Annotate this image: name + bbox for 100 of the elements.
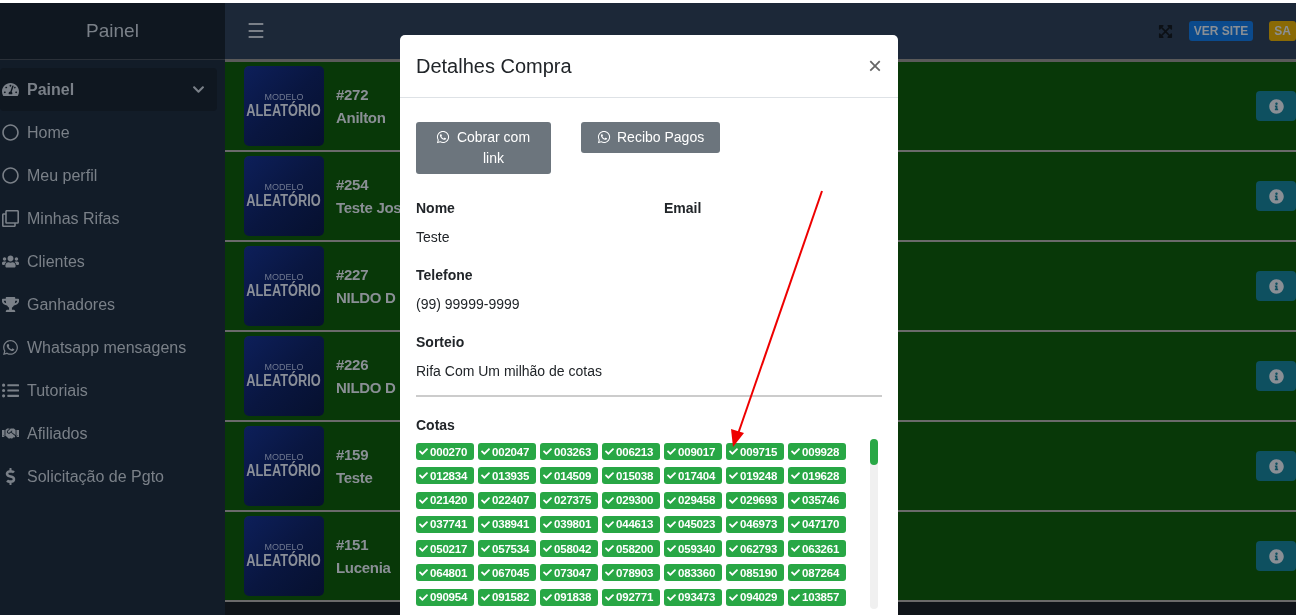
sidebar-item-label: Ganhadores	[27, 295, 117, 314]
ticket-number: 002047	[492, 445, 530, 458]
thumbnail-caption: MODELO	[264, 452, 304, 462]
info-icon	[1268, 188, 1284, 204]
ticket-number: 019628	[802, 469, 840, 482]
ticket-number: 103857	[802, 591, 840, 604]
sidebar-item[interactable]: Whatsapp mensagens	[0, 326, 217, 369]
info-icon	[1268, 368, 1284, 384]
ticket-number: 062793	[740, 542, 778, 555]
field-value: Teste	[416, 229, 451, 245]
info-button[interactable]	[1256, 361, 1296, 391]
check-icon	[605, 495, 614, 505]
check-icon	[543, 592, 552, 602]
check-icon	[667, 592, 676, 602]
info-icon	[1268, 458, 1284, 474]
info-button[interactable]	[1256, 181, 1296, 211]
trophy-icon	[2, 296, 19, 313]
ticket-number: 058042	[554, 542, 592, 555]
check-icon	[419, 544, 428, 554]
ticket-number: 087264	[802, 566, 840, 579]
ticket-number: 027375	[554, 494, 592, 507]
check-icon	[543, 568, 552, 578]
raffle-number: #151	[336, 536, 369, 553]
check-icon	[481, 544, 490, 554]
sidebar-item-label: Meu perfil	[27, 166, 99, 185]
thumbnail-caption: MODELO	[264, 182, 304, 192]
ticket-number: 014509	[554, 469, 592, 482]
check-icon	[605, 568, 614, 578]
ticket-number: 092771	[616, 591, 654, 604]
thumbnail-title: ALEATÓRIO	[246, 102, 322, 120]
sidebar-item-label: Whatsapp mensagens	[27, 338, 188, 357]
ticket-number: 064801	[430, 566, 468, 579]
ticket-number: 078903	[616, 566, 654, 579]
raffle-number: #226	[336, 356, 369, 373]
ticket-number: 012834	[430, 469, 468, 482]
info-button[interactable]	[1256, 541, 1296, 571]
check-icon	[543, 447, 552, 456]
check-icon	[481, 471, 490, 481]
info-button[interactable]	[1256, 91, 1296, 121]
whatsapp-button[interactable]: Cobrar com link	[416, 122, 551, 174]
handshake-icon	[2, 425, 19, 442]
sidebar-item[interactable]: Tutoriais	[0, 369, 217, 412]
whatsapp-button[interactable]: Recibo Pagos	[581, 122, 721, 153]
check-icon	[791, 471, 800, 481]
users-icon	[2, 253, 19, 270]
sidebar-item[interactable]: Afiliados	[0, 412, 217, 455]
sidebar-item-label: Solicitação de Pgto	[27, 467, 165, 486]
sidebar-item[interactable]: Minhas Rifas	[0, 197, 217, 240]
ticket-number: 091582	[492, 591, 530, 604]
ticket-number: 083360	[678, 566, 716, 579]
sidebar-item-label: Tutoriais	[27, 381, 89, 400]
check-icon	[667, 447, 676, 456]
sidebar-brand: Painel	[0, 3, 225, 60]
field-value: Rifa Com Um milhão de cotas	[416, 363, 603, 379]
ticket-number: 003263	[554, 445, 592, 458]
sidebar-item[interactable]: Clientes	[0, 240, 217, 283]
sidebar-item[interactable]: Ganhadores	[0, 283, 217, 326]
ticket-number: 013935	[492, 469, 530, 482]
menu-icon[interactable]: ☰	[247, 19, 265, 43]
thumbnail-caption: MODELO	[264, 542, 304, 552]
header-badge[interactable]: VER SITE	[1188, 21, 1254, 41]
ticket-number: 067045	[492, 566, 530, 579]
ticket-number: 021420	[430, 494, 468, 507]
check-icon	[791, 447, 800, 456]
check-icon	[605, 447, 614, 456]
ticket-number: 090954	[430, 591, 468, 604]
check-icon	[605, 471, 614, 481]
check-icon	[791, 495, 800, 505]
check-icon	[791, 568, 800, 578]
check-icon	[543, 544, 552, 554]
check-icon	[667, 495, 676, 505]
check-icon	[667, 519, 676, 529]
info-button[interactable]	[1256, 271, 1296, 301]
sidebar-item[interactable]: Solicitação de Pgto	[0, 455, 217, 498]
ticket-number: 038941	[492, 518, 530, 531]
sidebar-item[interactable]: Meu perfil	[0, 154, 217, 197]
check-icon	[729, 495, 738, 505]
check-icon	[729, 471, 738, 481]
info-button[interactable]	[1256, 451, 1296, 481]
ticket-number: 044613	[616, 518, 654, 531]
sidebar-item[interactable]: Home	[0, 111, 217, 154]
check-icon	[605, 519, 614, 529]
check-icon	[605, 592, 614, 602]
ticket-number: 009715	[740, 445, 778, 458]
raffle-number: #272	[336, 86, 369, 103]
whatsapp-icon	[597, 130, 611, 144]
check-icon	[729, 519, 738, 529]
check-icon	[791, 544, 800, 554]
raffle-name: NILDO D	[336, 289, 396, 306]
ticket-number: 006213	[616, 445, 654, 458]
check-icon	[605, 544, 614, 554]
sidebar-item[interactable]: Painel	[0, 68, 217, 111]
scrollbar[interactable]	[870, 439, 878, 609]
sidebar-item-label: Clientes	[27, 252, 86, 271]
info-icon	[1268, 98, 1284, 114]
field-label: Nome	[416, 200, 456, 216]
sidebar-item-label: Afiliados	[27, 424, 89, 443]
close-button[interactable]: ×	[868, 52, 882, 80]
ticket-number: 039801	[554, 518, 592, 531]
thumbnail-title: ALEATÓRIO	[246, 192, 322, 210]
